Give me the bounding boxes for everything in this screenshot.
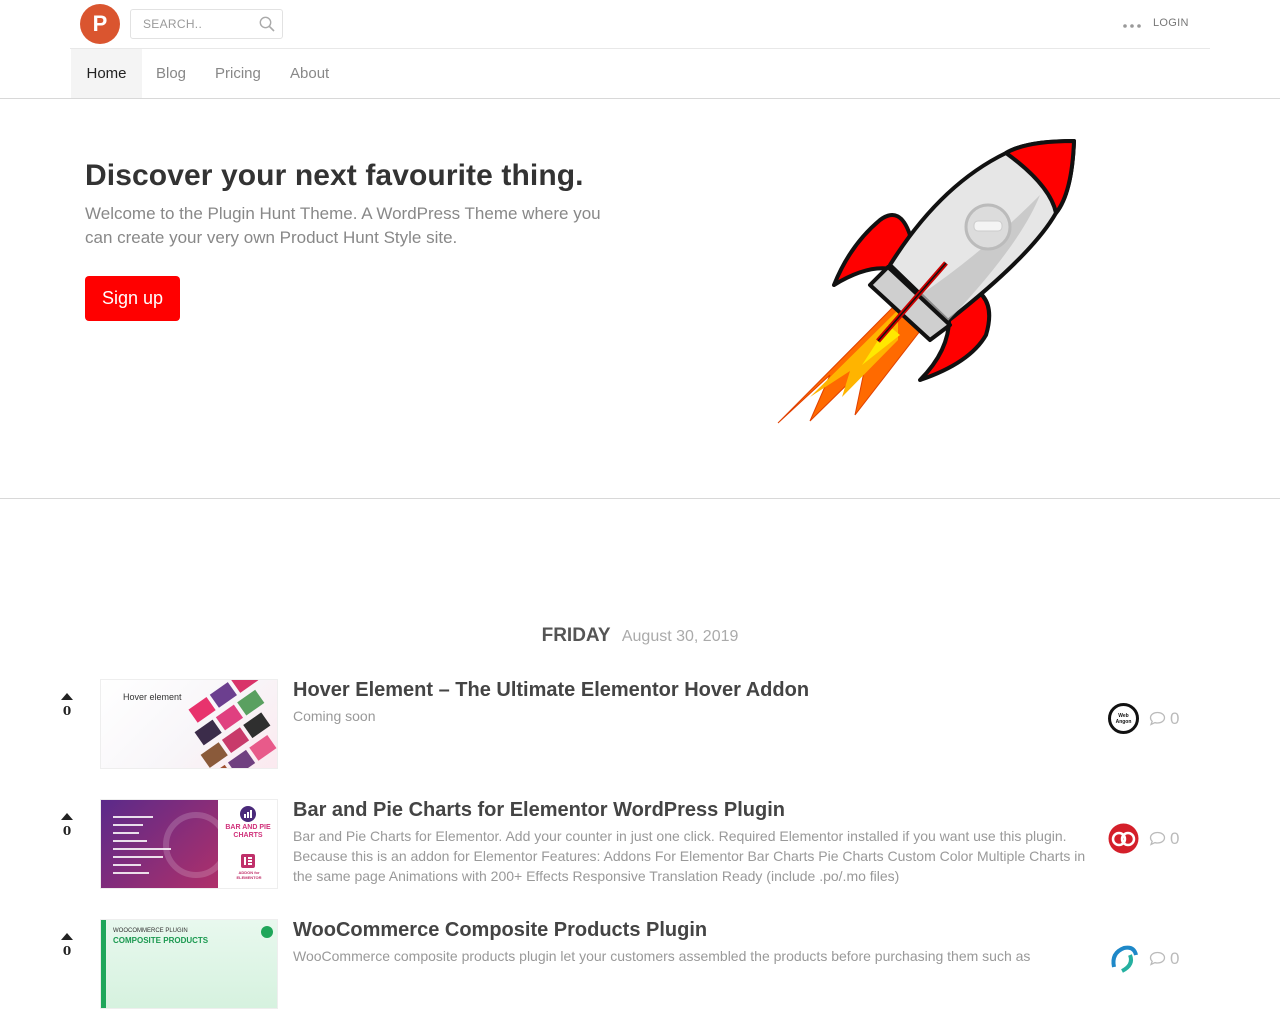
post-title[interactable]: Hover Element – The Ultimate Elementor H… [293,679,809,702]
header-bar: P LOGIN [70,0,1210,49]
upvote-button[interactable]: 0 [56,933,78,958]
thumbnail-badge-icon [261,926,273,938]
post-thumbnail[interactable]: BAR AND PIE CHARTS ADDON for ELEMENTOR [100,799,278,889]
comment-icon [1149,711,1166,726]
comment-icon [1149,831,1166,846]
nav-item-about[interactable]: About [290,49,329,98]
author-logo-icon [1108,823,1139,854]
author-avatar[interactable] [1108,823,1139,854]
comment-count: 0 [1170,829,1180,848]
hero-subtitle: Welcome to the Plugin Hunt Theme. A Word… [85,204,601,247]
more-dots-icon[interactable] [1122,18,1144,32]
comments-count[interactable]: 0 [1149,949,1179,969]
author-logo-icon [1111,945,1138,973]
post-title[interactable]: WooCommerce Composite Products Plugin [293,919,707,942]
thumbnail-label: WOOCOMMERCE PLUGIN [113,928,188,934]
post-description: Coming soon [293,708,376,724]
thumbnail-art [113,812,218,878]
hero-title: Discover your next favourite thing. [85,159,584,192]
elementor-icon [241,854,255,868]
hero-section: Discover your next favourite thing. Welc… [0,99,1280,499]
post-item: 0 BAR AND PIE CHARTS ADDON for ELEMENTOR… [0,799,1280,909]
nav-item-home[interactable]: Home [71,49,142,98]
post-thumbnail[interactable]: Hover element [100,679,278,769]
signup-button[interactable]: Sign up [85,276,180,321]
site-logo[interactable]: P [80,4,120,44]
post-item: 0 Hover element Hover Element – The Ulti… [0,679,1280,789]
comments-count[interactable]: 0 [1149,709,1179,729]
comment-icon [1149,951,1166,966]
search-input[interactable] [131,10,256,38]
upvote-arrow-icon [61,933,73,940]
day-date: August 30, 2019 [621,628,739,645]
rocket-illustration [777,139,1076,424]
login-link[interactable]: LOGIN [1153,17,1189,29]
post-item: 0 WOOCOMMERCE PLUGIN COMPOSITE PRODUCTS … [0,919,1280,1029]
main-nav: Home Blog Pricing About [0,49,1280,99]
comment-count: 0 [1170,949,1180,968]
nav-item-blog[interactable]: Blog [156,49,186,98]
thumbnail-label: BAR AND PIE CHARTS [225,824,271,839]
post-title[interactable]: Bar and Pie Charts for Elementor WordPre… [293,799,785,822]
post-description: Bar and Pie Charts for Elementor. Add yo… [293,828,1086,884]
day-heading: FRIDAY August 30, 2019 [0,625,1280,647]
thumbnail-stripe [101,920,106,1008]
comments-count[interactable]: 0 [1149,829,1179,849]
chart-logo-icon [240,806,256,822]
avatar-text: Web Angon [1115,712,1132,725]
thumbnail-sublabel: COMPOSITE PRODUCTS [113,936,209,945]
author-avatar[interactable] [1108,943,1139,974]
post-thumbnail[interactable]: WOOCOMMERCE PLUGIN COMPOSITE PRODUCTS [100,919,278,1009]
comment-count: 0 [1170,709,1180,728]
post-description: WooCommerce composite products plugin le… [293,948,1031,964]
upvote-arrow-icon [61,693,73,700]
thumbnail-sublabel: ADDON for ELEMENTOR [236,870,262,880]
upvote-arrow-icon [61,813,73,820]
vote-count: 0 [62,704,72,718]
vote-count: 0 [62,944,72,958]
author-avatar[interactable]: Web Angon [1108,703,1139,734]
search-icon[interactable] [258,15,276,33]
thumbnail-art [188,680,277,768]
vote-count: 0 [62,824,72,838]
upvote-button[interactable]: 0 [56,813,78,838]
upvote-button[interactable]: 0 [56,693,78,718]
search-box [130,9,283,39]
day-name: FRIDAY [541,625,611,646]
logo-letter: P [92,11,108,36]
nav-item-pricing[interactable]: Pricing [215,49,261,98]
